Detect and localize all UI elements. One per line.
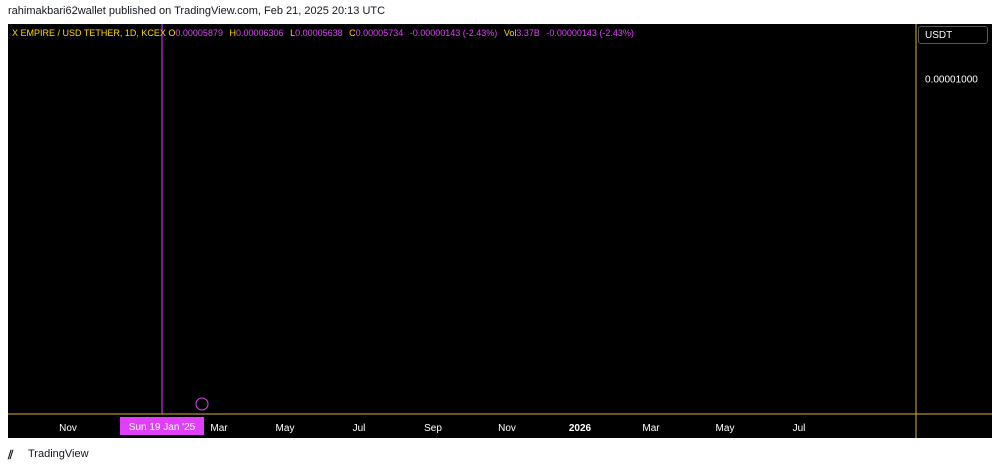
time-tick-label: May xyxy=(276,423,295,434)
change-value: -0.00000143 (-2.43%) xyxy=(409,28,498,38)
time-tick-label: Nov xyxy=(498,423,516,434)
grid-layer xyxy=(161,24,163,414)
symbol-legend[interactable]: X EMPIRE / USD TETHER, 1D, KCEX O0.00005… xyxy=(12,28,638,38)
tradingview-logo-icon[interactable]: ⫽ xyxy=(8,448,13,463)
currency-button[interactable]: USDT xyxy=(918,26,988,44)
symbol-name[interactable]: X EMPIRE / USD TETHER, 1D, KCEX xyxy=(12,28,166,38)
time-tick-label: 2026 xyxy=(569,423,592,434)
crosshair-time-label: Sun 19 Jan '25 xyxy=(129,422,196,433)
price-tick-label: 0.00001000 xyxy=(925,75,978,86)
time-tick-label: Mar xyxy=(642,423,660,434)
time-tick-label: Jul xyxy=(793,423,806,434)
open-value: 0.00005879 xyxy=(175,28,223,38)
time-tick-label: May xyxy=(716,423,735,434)
close-value: 0.00005734 xyxy=(355,28,404,38)
time-tick-label: Mar xyxy=(210,423,228,434)
time-tick-label: Nov xyxy=(59,423,77,434)
high-value: 0.00006306 xyxy=(235,28,284,38)
axis-layer: 0.000110000.000100000.000090000.00008000… xyxy=(8,24,992,438)
footer: ⫽ TradingView xyxy=(0,440,1000,468)
lightning-icon xyxy=(195,397,209,411)
price-chart[interactable]: 0.000110000.000100000.000090000.00008000… xyxy=(0,0,1000,468)
annotations-layer: tp3 order lang spot xyxy=(195,397,209,411)
close-key: C xyxy=(349,28,356,38)
footer-brand[interactable]: TradingView xyxy=(28,448,89,460)
high-key: H xyxy=(229,28,236,38)
time-tick-label: Jul xyxy=(353,423,366,434)
low-value: 0.00005638 xyxy=(295,28,343,38)
time-tick-label: Sep xyxy=(424,423,442,434)
volume-value: 3.37B xyxy=(516,28,540,38)
volume-change-value: -0.00000143 (-2.43%) xyxy=(546,28,634,38)
volume-key: Vol xyxy=(503,28,517,38)
